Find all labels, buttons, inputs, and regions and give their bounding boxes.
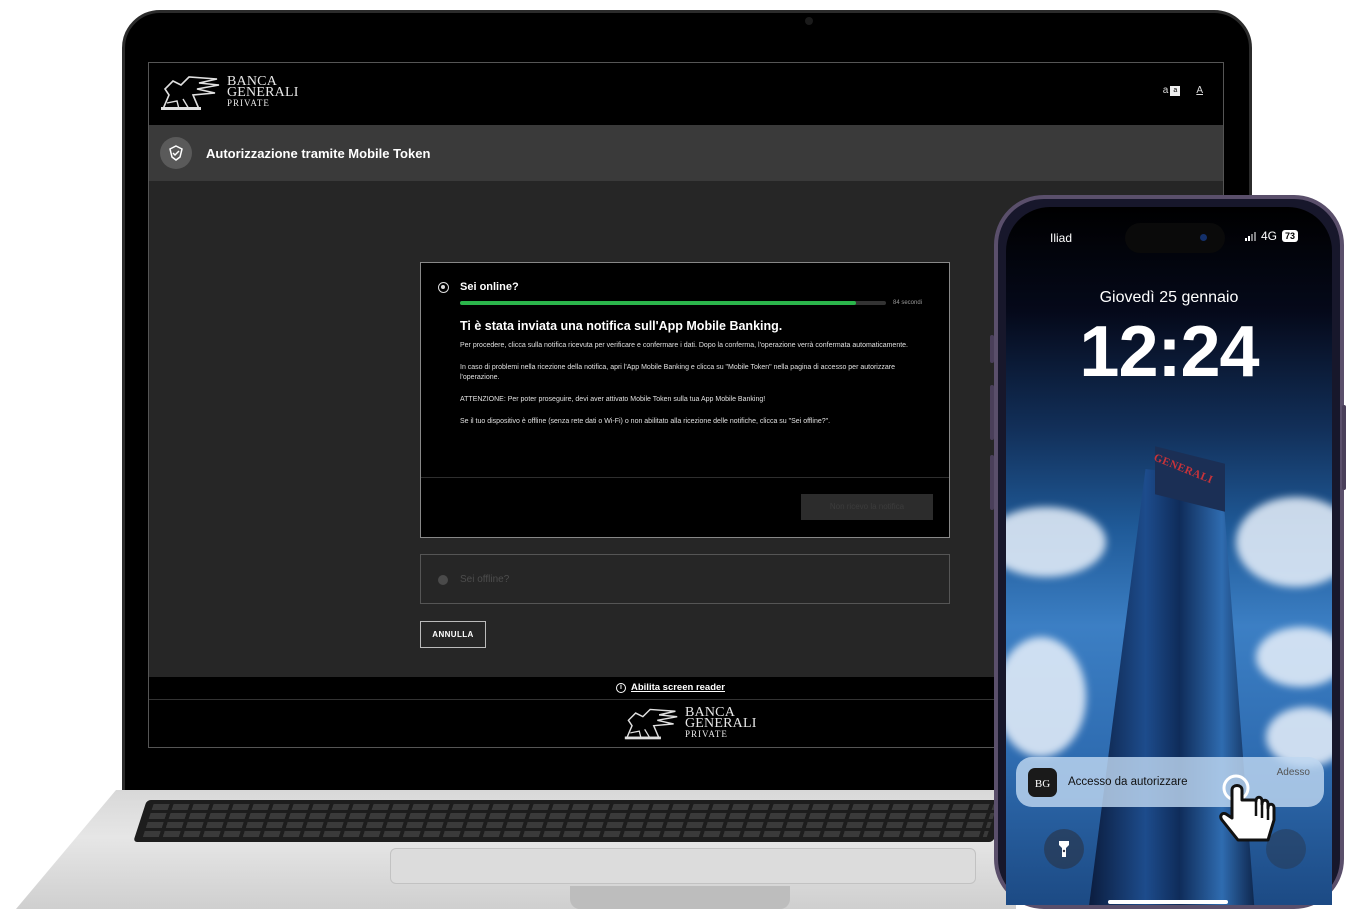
- accessibility-tools: a a A: [1163, 85, 1203, 96]
- instruction-paragraph: Se il tuo dispositivo è offline (senza r…: [460, 418, 831, 425]
- phone-volume-up: [990, 385, 994, 440]
- panel-divider: [421, 477, 949, 478]
- status-bar-right: 4G 73: [1244, 229, 1298, 243]
- laptop-trackpad: [390, 848, 976, 884]
- offline-label[interactable]: Sei offline?: [460, 574, 509, 585]
- battery-icon: 73: [1281, 230, 1298, 242]
- info-icon: i: [616, 682, 626, 693]
- app-icon: BG: [1028, 768, 1057, 797]
- cancel-button[interactable]: ANNULLA: [420, 621, 486, 648]
- key-row: [151, 804, 998, 810]
- dynamic-island: [1125, 223, 1225, 253]
- pointing-hand-icon: [1219, 774, 1276, 842]
- instruction-paragraph: In caso di problemi nella ricezione dell…: [460, 364, 895, 381]
- logo-line-2: GENERALI: [685, 715, 757, 731]
- site-header: BANCA GENERALI PRIVATE a a A: [149, 63, 1223, 125]
- countdown-progress: [460, 301, 886, 305]
- page-title: Autorizzazione tramite Mobile Token: [206, 145, 431, 161]
- page-titlebar: Autorizzazione tramite Mobile Token: [149, 125, 1223, 181]
- countdown-label: 84 secondi: [893, 300, 923, 306]
- signal-icon: [1244, 231, 1256, 241]
- notification-heading: Ti è stata inviata una notifica sull'App…: [460, 319, 783, 333]
- cloud: [1256, 627, 1332, 687]
- instruction-paragraph: Per procedere, clicca sulla notifica ric…: [460, 342, 908, 349]
- offline-radio[interactable]: [438, 575, 448, 585]
- not-received-button[interactable]: Non ricevo la notifica: [801, 494, 933, 520]
- lion-logo-icon: [161, 76, 220, 110]
- contrast-icon: a: [1170, 85, 1181, 96]
- push-notification-text: Accesso da autorizzare: [1068, 776, 1188, 788]
- banca-generali-logo[interactable]: BANCA GENERALI PRIVATE: [159, 73, 299, 111]
- footer-logo: BANCA GENERALI PRIVATE: [623, 705, 757, 741]
- notification-instructions: Per procedere, clicca sulla notifica ric…: [460, 341, 925, 439]
- contrast-toggle-label: a: [1162, 85, 1169, 96]
- font-size-toggle[interactable]: A: [1196, 85, 1203, 96]
- key-row: [145, 822, 992, 828]
- shield-check-icon: [160, 137, 192, 169]
- network-type: 4G: [1260, 229, 1277, 243]
- font-size-toggle-label: A: [1196, 85, 1203, 96]
- logo-line-2: GENERALI: [227, 84, 299, 100]
- key-row: [142, 831, 989, 837]
- phone-mute-switch: [990, 335, 994, 363]
- phone-volume-down: [990, 455, 994, 510]
- laptop-camera: [805, 17, 813, 25]
- lion-logo-icon: [624, 708, 678, 740]
- contrast-toggle[interactable]: a a: [1163, 85, 1181, 96]
- online-panel: Sei online? 84 secondi Ti è stata inviat…: [420, 262, 950, 538]
- online-label[interactable]: Sei online?: [460, 281, 519, 293]
- cloud: [1236, 497, 1332, 587]
- footer-logo-text: BANCA GENERALI PRIVATE: [685, 705, 757, 740]
- laptop-lid-notch: [570, 886, 790, 909]
- key-row: [148, 813, 995, 819]
- phone-power-button: [1342, 405, 1346, 490]
- screen-reader-link[interactable]: i Abilita screen reader: [616, 682, 725, 693]
- logo-text: BANCA GENERALI PRIVATE: [227, 74, 299, 109]
- home-indicator[interactable]: [1108, 900, 1228, 904]
- screen-reader-link-label: Abilita screen reader: [631, 682, 725, 693]
- online-radio[interactable]: [438, 282, 449, 293]
- laptop-keyboard: [133, 800, 1007, 842]
- lock-clock: 12:24: [1079, 312, 1259, 392]
- cloud: [1006, 507, 1106, 577]
- smartphone: GENERALI Iliad 4G 73 Giovedì 25 gennaio …: [994, 195, 1344, 909]
- instruction-paragraph: ATTENZIONE: Per poter proseguire, devi a…: [460, 396, 766, 403]
- carrier-name: Iliad: [1050, 231, 1073, 245]
- lock-date: Giovedì 25 gennaio: [1099, 289, 1239, 306]
- flashlight-icon[interactable]: [1044, 829, 1084, 869]
- island-camera: [1200, 234, 1207, 241]
- cloud: [1006, 637, 1086, 757]
- offline-panel[interactable]: Sei offline?: [420, 554, 950, 604]
- countdown-progress-fill: [460, 301, 857, 305]
